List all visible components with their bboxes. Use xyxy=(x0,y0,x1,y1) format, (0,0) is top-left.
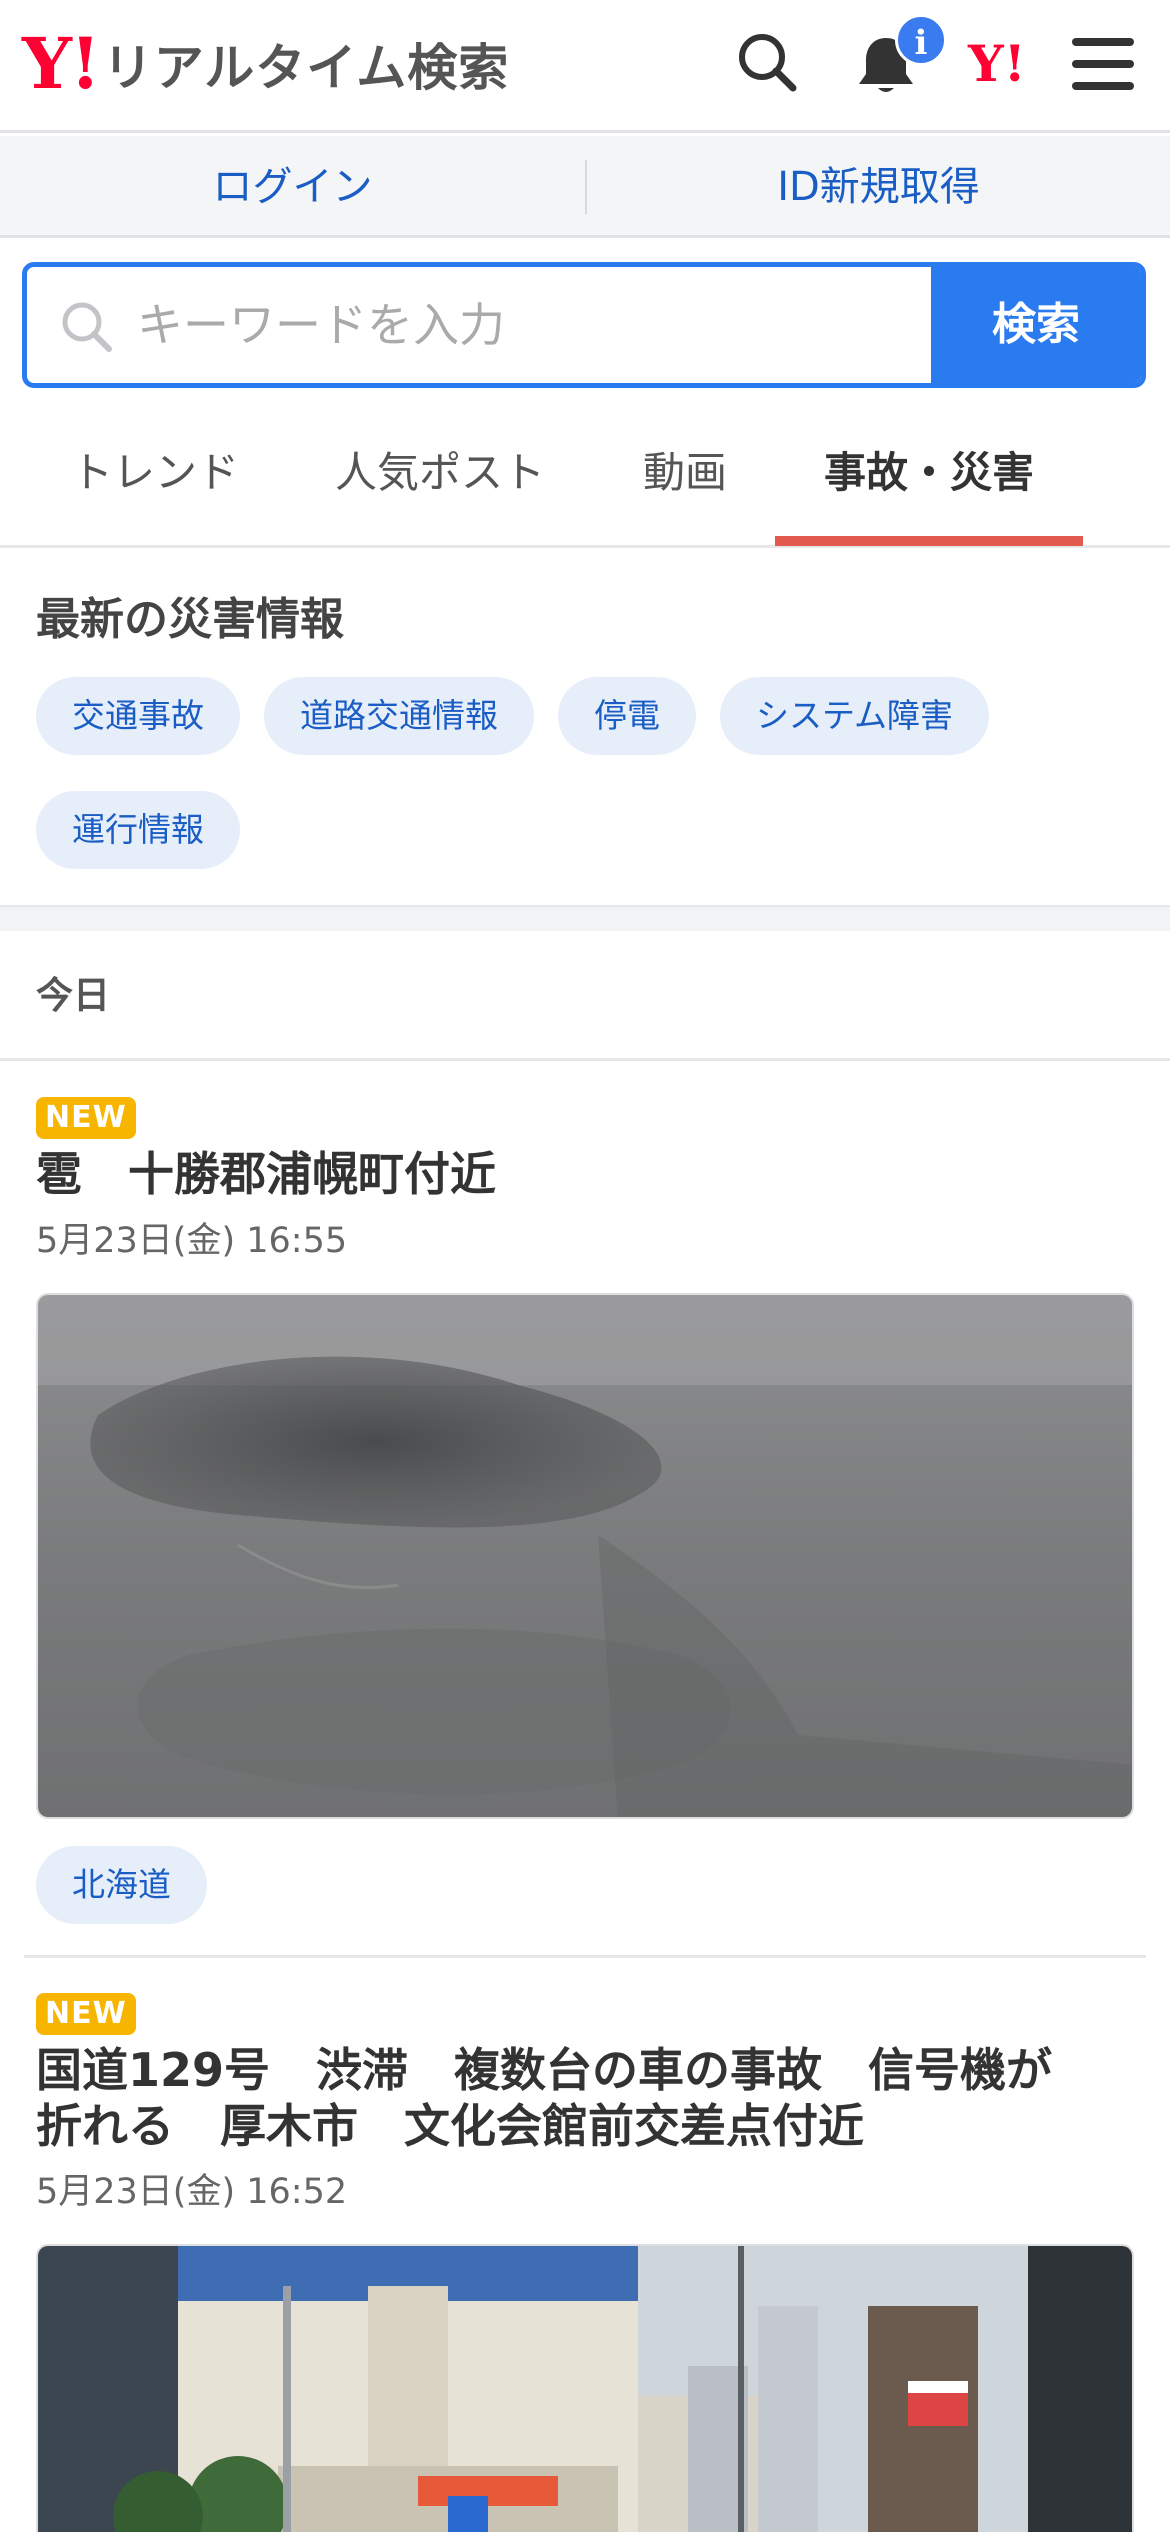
register-link[interactable]: ID新規取得 xyxy=(587,136,1170,238)
tag-hokkaido[interactable]: 北海道 xyxy=(36,1846,207,1924)
post-title-line-2[interactable]: 折れる 厚木市 文化会館前交差点付近 xyxy=(36,2098,1136,2154)
post-image[interactable] xyxy=(36,1293,1134,1819)
chip-traffic-accident[interactable]: 交通事故 xyxy=(36,677,240,755)
search-box: 検索 xyxy=(22,262,1146,388)
new-badge: NEW xyxy=(36,1097,136,1139)
post-title[interactable]: 雹 十勝郡浦幌町付近 xyxy=(36,1146,1136,1202)
post-image[interactable] xyxy=(36,2244,1134,2532)
hamburger-menu-icon[interactable] xyxy=(1072,36,1134,96)
logo-mark: Y! xyxy=(22,22,101,105)
chip-road-traffic[interactable]: 道路交通情報 xyxy=(264,677,534,755)
search-field-icon xyxy=(59,299,115,359)
tab-trend[interactable]: トレンド xyxy=(40,418,270,544)
post-title-line-1[interactable]: 国道129号 渋滞 複数台の車の事故 信号機が xyxy=(36,2042,1136,2098)
chip-power-outage[interactable]: 停電 xyxy=(558,677,696,755)
notification-badge: i xyxy=(895,14,947,66)
active-tab-indicator xyxy=(775,536,1083,546)
tab-popular-posts[interactable]: 人気ポスト xyxy=(320,418,560,544)
chip-system-failure[interactable]: システム障害 xyxy=(720,677,990,755)
search-input[interactable] xyxy=(137,267,937,383)
search-icon[interactable] xyxy=(735,30,799,98)
login-link[interactable]: ログイン xyxy=(0,136,585,238)
section-title: 最新の災害情報 xyxy=(36,594,344,645)
divider xyxy=(24,1955,1146,1958)
chip-service-info[interactable]: 運行情報 xyxy=(36,791,240,869)
post-time: 5月23日(金) 16:52 xyxy=(36,2172,348,2212)
section-separator xyxy=(0,905,1170,931)
login-bar: ログイン ID新規取得 xyxy=(0,136,1170,238)
tab-videos[interactable]: 動画 xyxy=(620,418,750,544)
search-button[interactable]: 検索 xyxy=(931,267,1141,383)
tab-accidents-disasters[interactable]: 事故・災害 xyxy=(775,418,1083,544)
divider xyxy=(0,1058,1170,1061)
post-time: 5月23日(金) 16:55 xyxy=(36,1221,348,1261)
app-header: Y! リアルタイム検索 i Y! xyxy=(0,0,1170,133)
yahoo-realtime-logo[interactable]: Y! リアルタイム検索 xyxy=(22,28,509,100)
category-tabs: トレンド 人気ポスト 動画 事故・災害 xyxy=(0,418,1170,548)
logo-text: リアルタイム検索 xyxy=(102,39,510,97)
yahoo-icon[interactable]: Y! xyxy=(968,34,1026,93)
date-group-label: 今日 xyxy=(36,974,110,1017)
new-badge: NEW xyxy=(36,1993,136,2035)
